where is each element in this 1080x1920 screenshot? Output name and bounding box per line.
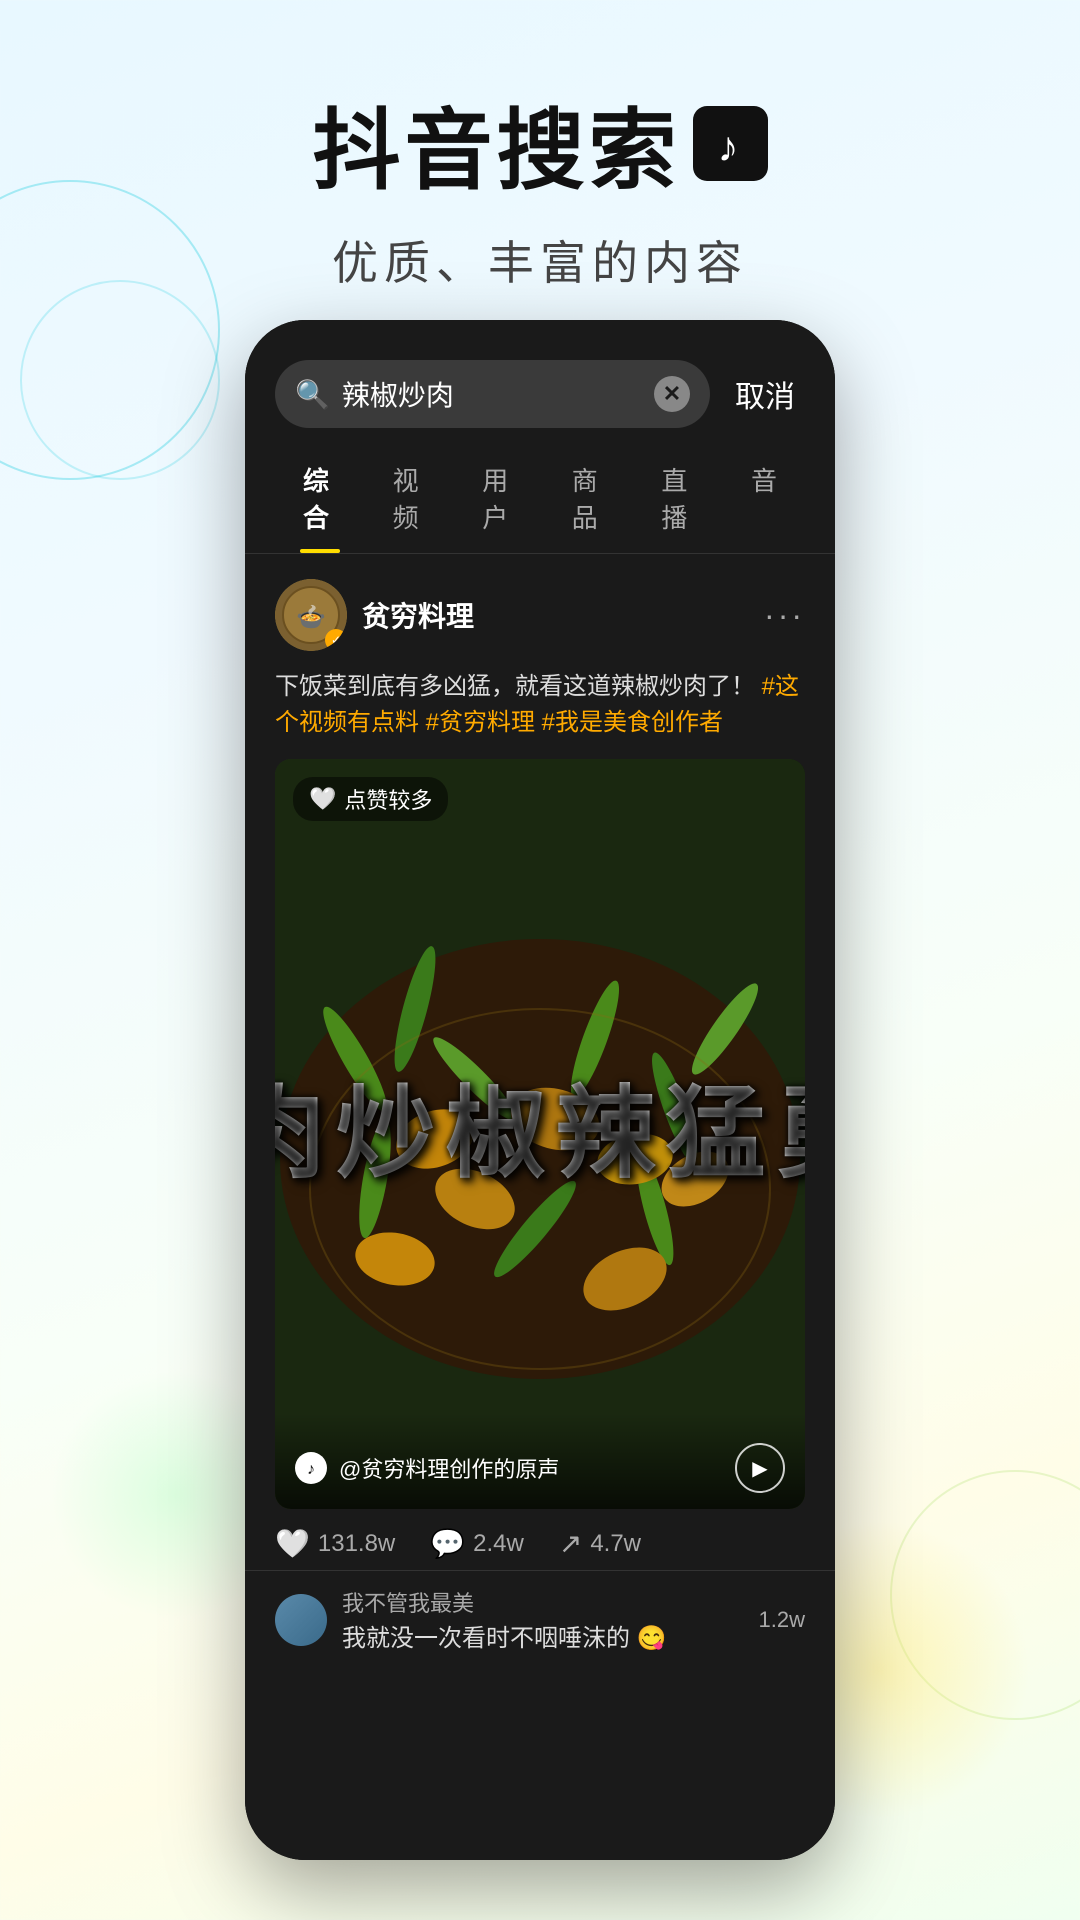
app-title: 抖音搜索 ♪	[0, 80, 1080, 207]
comment-text: 我就没一次看时不咽唾沫的 😋	[342, 1618, 744, 1653]
search-icon: 🔍	[295, 378, 330, 411]
video-text-overlay: 勇猛辣椒炒肉	[275, 759, 805, 1509]
tab-视频[interactable]: 视频	[365, 443, 455, 553]
username: 贫穷料理	[362, 595, 474, 635]
post-user-info[interactable]: 🍲 ✓ 贫穷料理	[275, 579, 474, 651]
tab-用户[interactable]: 用户	[454, 443, 544, 553]
comments-count[interactable]: 💬 2.4w	[430, 1527, 524, 1560]
app-subtitle: 优质、丰富的内容	[0, 227, 1080, 293]
search-bar-area: 🔍 辣椒炒肉 ✕ 取消	[245, 320, 835, 443]
video-thumbnail[interactable]: 🤍 点赞较多 勇猛辣椒炒肉	[275, 759, 805, 1509]
svg-text:♪: ♪	[717, 123, 742, 170]
tab-综合[interactable]: 综合	[275, 443, 365, 553]
header: 抖音搜索 ♪ 优质、丰富的内容	[0, 0, 1080, 293]
tab-商品[interactable]: 商品	[544, 443, 634, 553]
video-source-text: @贫穷料理创作的原声	[339, 1452, 723, 1484]
comment-icon: 💬	[430, 1527, 465, 1560]
avatar: 🍲 ✓	[275, 579, 347, 651]
comment-emoji: 😋	[637, 1625, 667, 1652]
bg-decoration-circle-2	[20, 280, 220, 480]
comment-avatar	[275, 1594, 327, 1646]
share-icon: ↗	[559, 1527, 582, 1560]
phone-frame: 🔍 辣椒炒肉 ✕ 取消 综合 视频 用户 商品	[245, 320, 835, 1860]
video-big-text: 勇猛辣椒炒肉	[275, 1080, 805, 1188]
comment-preview: 我不管我最美 我就没一次看时不咽唾沫的 😋 1.2w	[245, 1570, 835, 1668]
verified-badge: ✓	[325, 629, 347, 651]
comment-username: 我不管我最美	[342, 1586, 744, 1618]
comment-count: 1.2w	[759, 1607, 805, 1633]
svg-text:🍲: 🍲	[296, 604, 326, 631]
shares-count[interactable]: ↗ 4.7w	[559, 1527, 641, 1560]
post-card: 🍲 ✓ 贫穷料理 ··· 下饭菜到底有多凶猛，就看这道辣椒炒肉了！	[245, 554, 835, 1570]
search-box[interactable]: 🔍 辣椒炒肉 ✕	[275, 360, 710, 428]
cancel-search-button[interactable]: 取消	[725, 372, 805, 416]
phone-screen: 🔍 辣椒炒肉 ✕ 取消 综合 视频 用户 商品	[245, 320, 835, 1860]
video-bottom-bar: ♪ @贫穷料理创作的原声 ▶	[275, 1413, 805, 1509]
comment-content: 我不管我最美 我就没一次看时不咽唾沫的 😋	[342, 1586, 744, 1653]
tiktok-small-icon: ♪	[295, 1452, 327, 1484]
phone-mockup: 🔍 辣椒炒肉 ✕ 取消 综合 视频 用户 商品	[245, 320, 835, 1860]
tiktok-logo-icon: ♪	[693, 106, 768, 181]
engagement-bar: 🤍 131.8w 💬 2.4w ↗ 4.7w	[275, 1509, 805, 1570]
more-options-button[interactable]: ···	[764, 597, 805, 634]
heart-icon: 🤍	[275, 1527, 310, 1560]
post-description: 下饭菜到底有多凶猛，就看这道辣椒炒肉了！ #这个视频有点料 #贫穷料理 #我是美…	[275, 669, 805, 741]
search-input[interactable]: 辣椒炒肉	[342, 374, 642, 414]
tab-音[interactable]: 音	[723, 443, 805, 553]
play-button[interactable]: ▶	[735, 1443, 785, 1493]
tab-直播[interactable]: 直播	[633, 443, 723, 553]
likes-count[interactable]: 🤍 131.8w	[275, 1527, 395, 1560]
search-tabs: 综合 视频 用户 商品 直播 音	[245, 443, 835, 554]
search-results: 🍲 ✓ 贫穷料理 ··· 下饭菜到底有多凶猛，就看这道辣椒炒肉了！	[245, 554, 835, 1860]
post-header: 🍲 ✓ 贫穷料理 ···	[275, 579, 805, 651]
clear-search-button[interactable]: ✕	[654, 376, 690, 412]
svg-text:♪: ♪	[307, 1461, 315, 1478]
